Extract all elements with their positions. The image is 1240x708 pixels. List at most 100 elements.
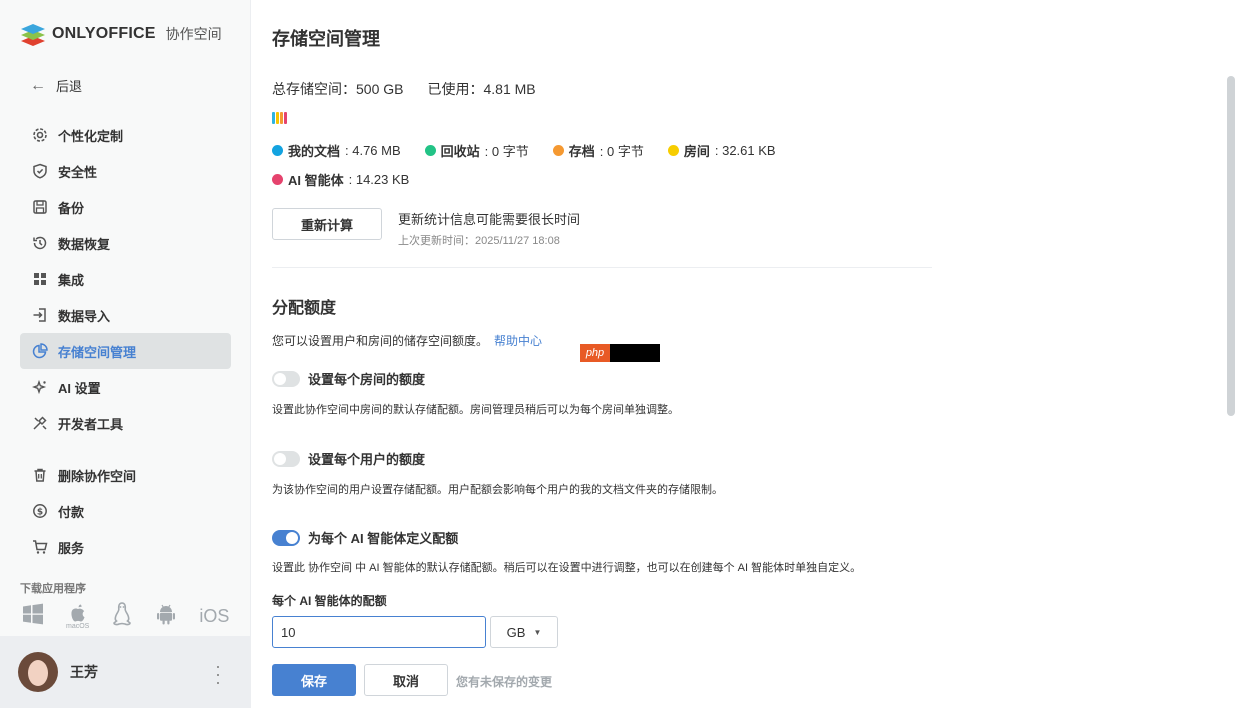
ai-quota-toggle[interactable] (272, 529, 300, 546)
sidebar-item-integration[interactable]: 集成 (20, 261, 231, 297)
sidebar-item-label: 删除协作空间 (58, 468, 137, 484)
save-button[interactable]: 保存 (272, 664, 356, 696)
save-icon (32, 199, 48, 215)
section-divider (272, 267, 932, 268)
sparkle-icon (32, 379, 48, 395)
last-update-time: 上次更新时间：2025/11/27 18:08 (398, 235, 560, 247)
cart-icon (32, 539, 48, 555)
main-content: 存储空间管理 总存储空间：500 GB 已使用：4.81 MB 我的文档: 4.… (272, 0, 1222, 708)
usage-segment-docs (272, 112, 275, 124)
ai-quota-field-label: 每个 AI 智能体的配额 (272, 594, 387, 608)
sidebar-item-label: 存储空间管理 (58, 344, 137, 360)
room-quota-row: 设置每个房间的额度 (272, 369, 425, 388)
usage-segment-ai (284, 112, 287, 124)
history-icon (32, 235, 48, 251)
import-icon (32, 307, 48, 323)
used-storage: 已使用：4.81 MB (427, 81, 536, 97)
sidebar-item-backup[interactable]: 备份 (20, 189, 231, 225)
sidebar-item-developer-tools[interactable]: 开发者工具 (20, 405, 231, 441)
onlyoffice-logo-icon (21, 24, 45, 46)
sidebar-item-label: AI 设置 (58, 380, 101, 396)
sidebar-item-delete-space[interactable]: 删除协作空间 (20, 457, 231, 493)
ai-quota-label: 为每个 AI 智能体定义配额 (308, 531, 459, 546)
svg-text:$: $ (37, 507, 43, 517)
sidebar-item-label: 集成 (58, 272, 85, 288)
chevron-down-icon: ▼ (533, 627, 542, 637)
legend-item-ai-agents: AI 智能体: 14.23 KB (272, 170, 409, 189)
shield-icon (32, 163, 48, 179)
php-badge-black (610, 344, 660, 362)
sidebar-item-data-import[interactable]: 数据导入 (20, 297, 231, 333)
unit-value: GB (506, 624, 526, 640)
unsaved-changes-note: 您有未保存的变更 (456, 675, 553, 689)
sidebar-item-label: 数据导入 (58, 308, 111, 324)
user-quota-row: 设置每个用户的额度 (272, 449, 425, 468)
legend-item-my-documents: 我的文档: 4.76 MB (272, 141, 401, 160)
sidebar-item-storage-management[interactable]: 存储空间管理 (20, 333, 231, 369)
brand-subtitle: 协作空间 (165, 26, 222, 42)
pie-chart-icon (32, 343, 48, 359)
logo[interactable]: ONLYOFFICE 协作空间 (20, 22, 222, 46)
scrollbar[interactable] (1227, 76, 1235, 416)
sidebar-item-ai-settings[interactable]: AI 设置 (20, 369, 231, 405)
sidebar-item-label: 数据恢复 (58, 236, 111, 252)
quota-section-title: 分配额度 (272, 300, 337, 317)
cancel-button[interactable]: 取消 (364, 664, 448, 696)
ai-quota-desc: 设置此 协作空间 中 AI 智能体的默认存储配额。稍后可以在设置中进行调整，也可… (272, 562, 862, 574)
recalc-info: 更新统计信息可能需要很长时间 上次更新时间：2025/11/27 18:08 (398, 209, 580, 248)
avatar[interactable] (18, 652, 58, 692)
sidebar-item-label: 开发者工具 (58, 416, 124, 432)
legend-item-archive: 存档: 0 字节 (552, 141, 644, 160)
usage-segment-archive (280, 112, 283, 124)
android-icon[interactable] (155, 603, 177, 630)
download-apps-title: 下载应用程序 (20, 583, 86, 595)
download-apps: macOS iOS (22, 602, 229, 631)
sidebar-item-restore[interactable]: 数据恢复 (20, 225, 231, 261)
macos-icon[interactable]: macOS (66, 604, 89, 630)
room-quota-desc: 设置此协作空间中房间的默认存储配额。房间管理员稍后可以为每个房间单独调整。 (272, 404, 679, 416)
sidebar-item-services[interactable]: 服务 (20, 529, 231, 565)
arrow-left-icon: ← (30, 76, 46, 94)
tools-icon (32, 415, 48, 431)
sidebar-item-label: 备份 (58, 200, 85, 216)
recalc-note: 更新统计信息可能需要很长时间 (398, 212, 581, 227)
gear-icon (32, 127, 48, 143)
storage-totals: 总存储空间：500 GB 已使用：4.81 MB (272, 79, 536, 99)
app-window: ONLYOFFICE 协作空间 ← 后退 个性化定制 安全性 备份 数据恢复 集… (0, 0, 1240, 708)
brand-name: ONLYOFFICE (52, 25, 156, 42)
legend-item-rooms: 房间: 32.61 KB (667, 141, 776, 160)
recalculate-button[interactable]: 重新计算 (272, 208, 382, 240)
legend-dot (552, 145, 564, 156)
room-quota-toggle[interactable] (272, 370, 300, 387)
php-logo: php (580, 344, 610, 362)
legend-item-trash: 回收站: 0 字节 (424, 141, 529, 160)
sidebar-item-security[interactable]: 安全性 (20, 153, 231, 189)
trash-icon (32, 467, 48, 483)
sidebar-item-payments[interactable]: $ 付款 (20, 493, 231, 529)
storage-usage-bar (272, 112, 287, 124)
user-profile[interactable]: 王芳 · · · (0, 636, 251, 708)
user-quota-label: 设置每个用户的额度 (308, 452, 426, 467)
legend-dot (667, 145, 679, 156)
legend-dot (424, 145, 436, 156)
linux-icon[interactable] (111, 602, 133, 631)
back-label: 后退 (56, 79, 83, 94)
legend-dot (272, 145, 283, 156)
ai-quota-input[interactable] (272, 616, 486, 648)
help-center-link[interactable]: 帮助中心 (494, 334, 542, 348)
sidebar-item-customization[interactable]: 个性化定制 (20, 117, 231, 153)
sidebar-item-label: 安全性 (58, 164, 98, 180)
ai-quota-row: 为每个 AI 智能体定义配额 (272, 528, 458, 547)
windows-icon[interactable] (22, 603, 44, 630)
sidebar-item-label: 服务 (58, 540, 85, 556)
back-button[interactable]: ← 后退 (30, 76, 82, 95)
macos-label: macOS (66, 622, 90, 630)
legend-dot (272, 174, 283, 185)
storage-legend: 我的文档: 4.76 MB 回收站: 0 字节 存档: 0 字节 房间: 32.… (272, 141, 792, 199)
user-quota-toggle[interactable] (272, 450, 300, 467)
total-storage: 总存储空间：500 GB (272, 81, 404, 97)
unit-select[interactable]: GB ▼ (490, 616, 558, 648)
quota-section-desc: 您可以设置用户和房间的储存空间额度。 帮助中心 (272, 334, 543, 348)
ios-icon[interactable]: iOS (199, 606, 229, 627)
more-options-icon[interactable]: · · · (215, 657, 221, 691)
